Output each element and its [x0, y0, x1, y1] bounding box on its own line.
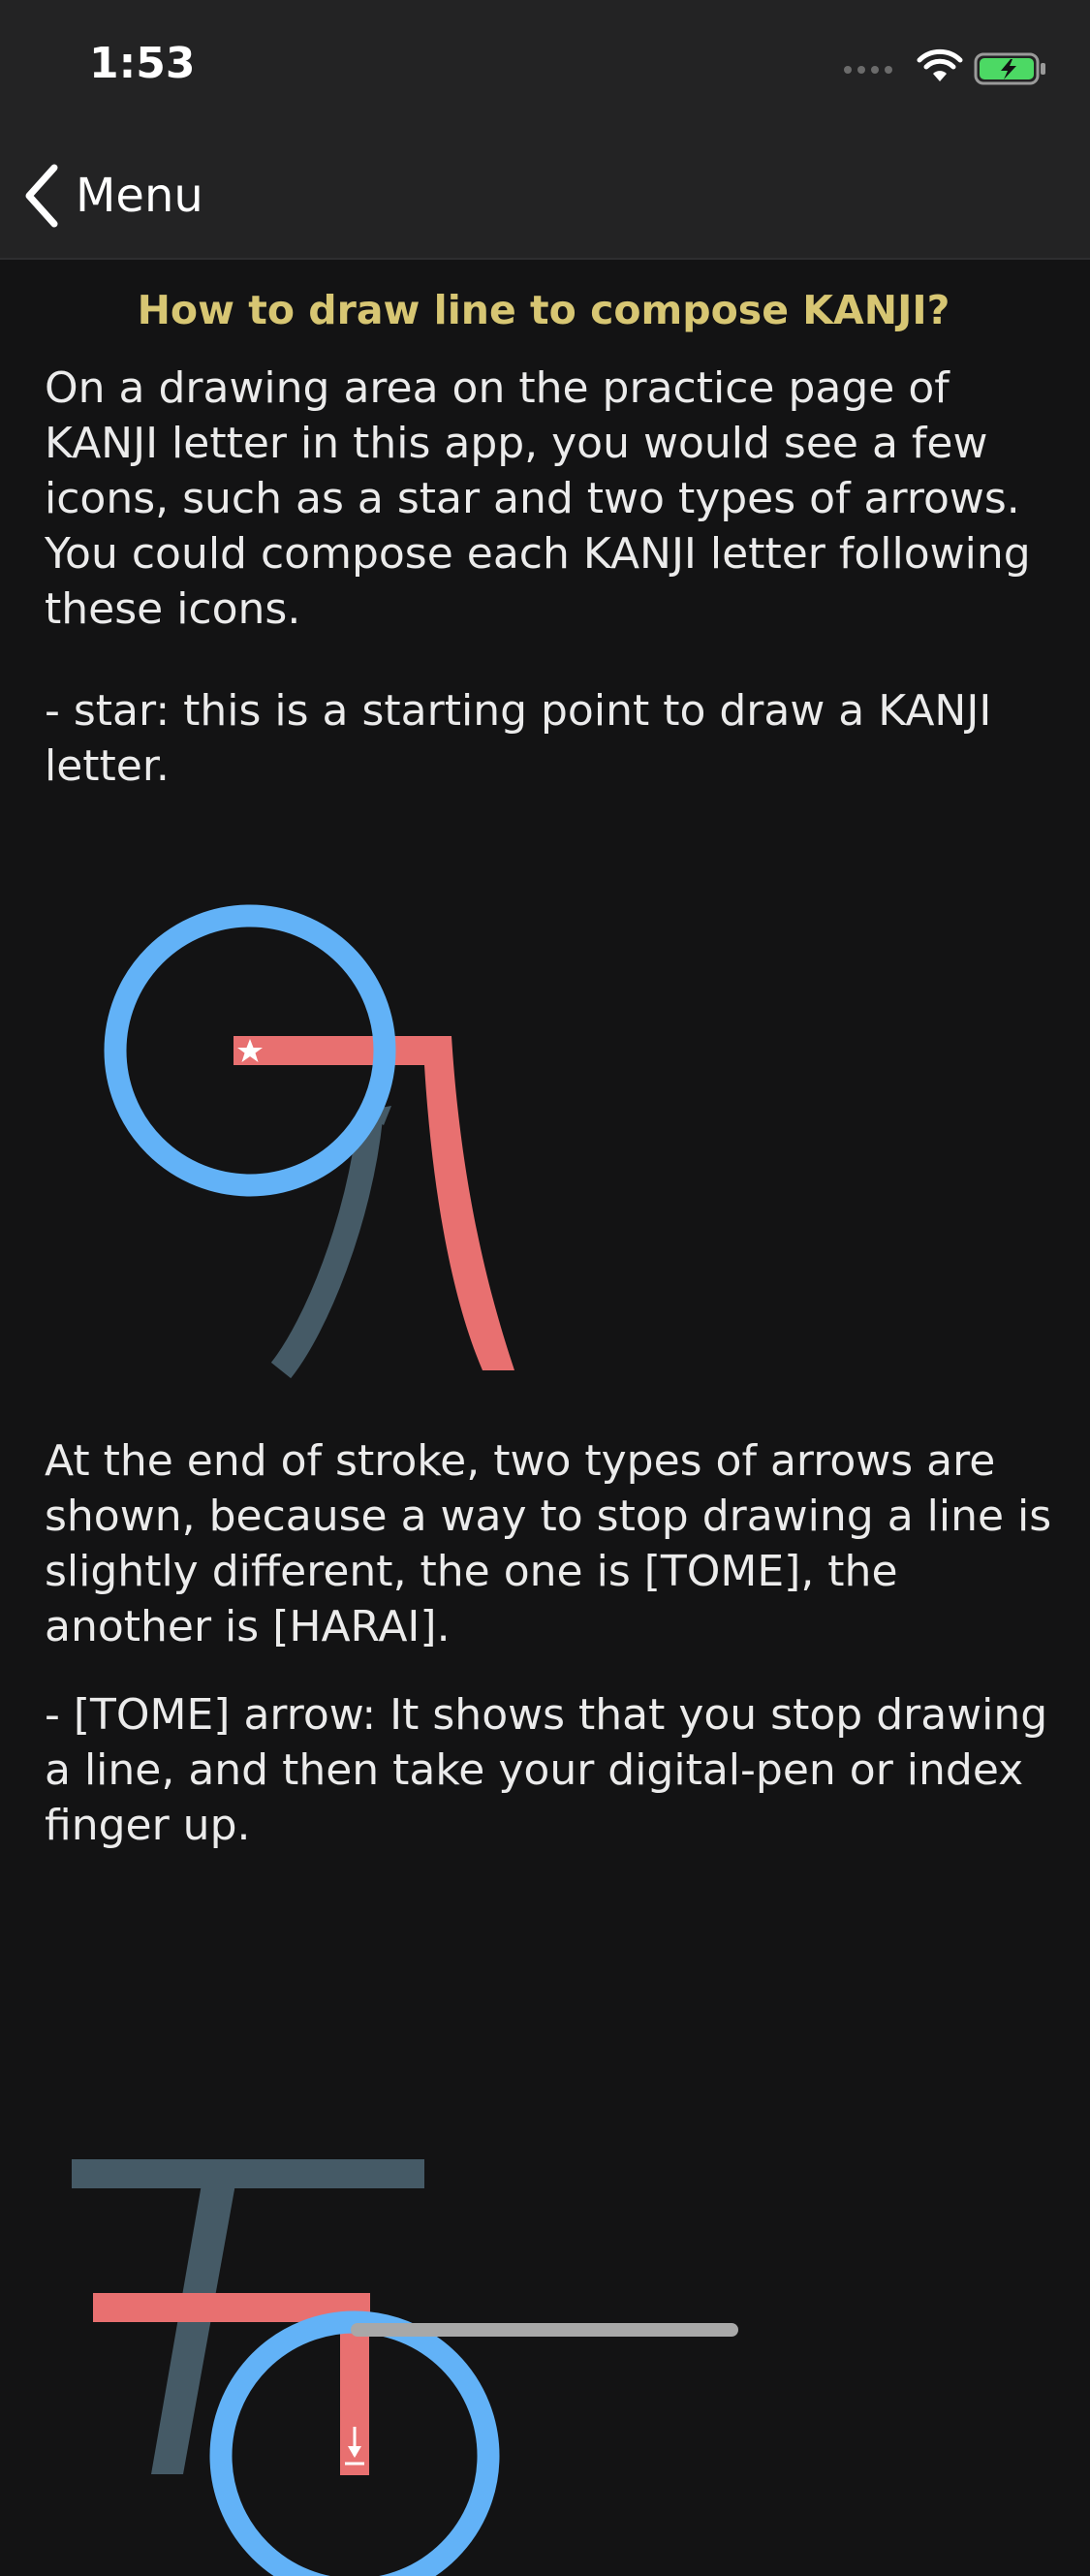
- status-bar: 1:53: [0, 0, 1090, 136]
- tome-stroke-diagram: [72, 2159, 500, 2576]
- star-description: - star: this is a starting point to draw…: [45, 686, 992, 791]
- intro-paragraph: On a drawing area on the practice page o…: [45, 363, 1031, 634]
- navigation-bar: Menu: [0, 136, 1090, 260]
- page-title: How to draw line to compose KANJI?: [137, 287, 950, 333]
- status-time: 1:53: [89, 39, 196, 88]
- tome-description: - [TOME] arrow: It shows that you stop d…: [45, 1690, 1048, 1850]
- chevron-left-icon: [25, 164, 58, 228]
- star-stroke-diagram: [104, 904, 514, 1379]
- help-content: How to draw line to compose KANJI? On a …: [45, 258, 1052, 2576]
- wifi-icon: [917, 48, 963, 81]
- slate-horizontal-stroke: [72, 2159, 424, 2188]
- battery-icon: [974, 52, 1045, 85]
- arrows-description: At the end of stroke, two types of arrow…: [45, 1436, 1052, 1651]
- back-button[interactable]: Menu: [21, 157, 203, 235]
- home-indicator[interactable]: [351, 2323, 738, 2337]
- status-icons: [838, 48, 1051, 87]
- back-label: Menu: [76, 169, 203, 223]
